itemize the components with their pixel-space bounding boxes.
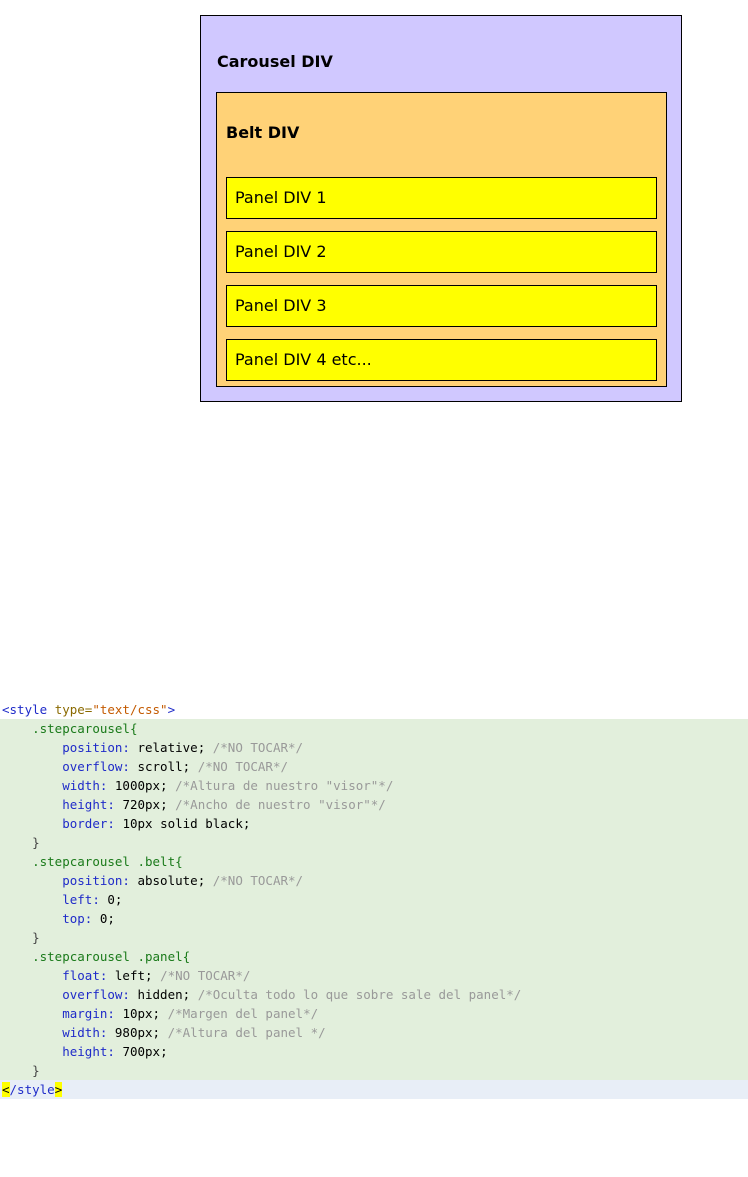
code-line: overflow: scroll; /*NO TOCAR*/ (0, 757, 748, 776)
panel-div-2: Panel DIV 2 (226, 231, 657, 273)
belt-div-box: Belt DIV Panel DIV 1 Panel DIV 2 Panel D… (216, 92, 667, 387)
code-close-tag: </style> (0, 1080, 748, 1099)
panel-div-4: Panel DIV 4 etc... (226, 339, 657, 381)
css-comment: /*Margen del panel*/ (160, 1006, 319, 1021)
code-body: .stepcarousel{ position: relative; /*NO … (0, 719, 748, 1080)
css-value: 1000px; (114, 778, 168, 793)
code-line: } (0, 928, 748, 947)
code-line: height: 720px; /*Ancho de nuestro "visor… (0, 795, 748, 814)
css-comment: /*NO TOCAR*/ (190, 759, 289, 774)
panel-div-3: Panel DIV 3 (226, 285, 657, 327)
css-property: width: (62, 778, 115, 793)
css-property: position: (62, 740, 138, 755)
css-property: position: (62, 873, 138, 888)
code-line: border: 10px solid black; (0, 814, 748, 833)
belt-div-label: Belt DIV (226, 123, 300, 142)
css-comment: /*Altura de nuestro "visor"*/ (167, 778, 394, 793)
code-line: top: 0; (0, 909, 748, 928)
css-brace: } (32, 930, 40, 945)
css-comment: /*NO TOCAR*/ (205, 740, 304, 755)
css-value: left; (114, 968, 153, 983)
css-property: height: (62, 797, 123, 812)
css-property: left: (62, 892, 108, 907)
css-value: 720px; (122, 797, 168, 812)
css-comment: /*Altura del panel */ (160, 1025, 326, 1040)
code-line: overflow: hidden; /*Oculta todo lo que s… (0, 985, 748, 1004)
css-value: 0; (107, 892, 123, 907)
css-value: hidden; (137, 987, 191, 1002)
css-comment: /*Ancho de nuestro "visor"*/ (167, 797, 386, 812)
carousel-div-label: Carousel DIV (217, 52, 333, 71)
code-line: .stepcarousel .belt{ (0, 852, 748, 871)
code-line: height: 700px; (0, 1042, 748, 1061)
css-value: relative; (137, 740, 206, 755)
carousel-div-box: Carousel DIV Belt DIV Panel DIV 1 Panel … (200, 15, 682, 402)
css-selector: .stepcarousel .belt{ (32, 854, 183, 869)
css-brace: } (32, 835, 40, 850)
code-line: width: 1000px; /*Altura de nuestro "viso… (0, 776, 748, 795)
css-property: border: (62, 816, 123, 831)
css-property: float: (62, 968, 115, 983)
code-line: position: relative; /*NO TOCAR*/ (0, 738, 748, 757)
css-property: width: (62, 1025, 115, 1040)
css-comment: /*NO TOCAR*/ (205, 873, 304, 888)
panel-div-1: Panel DIV 1 (226, 177, 657, 219)
code-line: width: 980px; /*Altura del panel */ (0, 1023, 748, 1042)
css-property: overflow: (62, 987, 138, 1002)
css-value: 0; (99, 911, 115, 926)
css-value: absolute; (137, 873, 206, 888)
css-value: 10px solid black; (122, 816, 251, 831)
code-open-tag: <style type="text/css"> (2, 702, 176, 717)
code-line: } (0, 1061, 748, 1080)
css-comment: /*Oculta todo lo que sobre sale del pane… (190, 987, 522, 1002)
code-block: <style type="text/css"> .stepcarousel{ p… (0, 700, 748, 1099)
code-line: left: 0; (0, 890, 748, 909)
code-line: } (0, 833, 748, 852)
code-line: float: left; /*NO TOCAR*/ (0, 966, 748, 985)
css-comment: /*NO TOCAR*/ (152, 968, 251, 983)
style-open-tag: <style (2, 702, 55, 717)
css-property: margin: (62, 1006, 123, 1021)
code-line: .stepcarousel{ (0, 719, 748, 738)
css-value: scroll; (137, 759, 191, 774)
code-line: margin: 10px; /*Margen del panel*/ (0, 1004, 748, 1023)
css-selector: .stepcarousel .panel{ (32, 949, 191, 964)
css-property: height: (62, 1044, 123, 1059)
css-value: 700px; (122, 1044, 168, 1059)
css-property: overflow: (62, 759, 138, 774)
code-line: .stepcarousel .panel{ (0, 947, 748, 966)
css-value: 10px; (122, 1006, 161, 1021)
css-value: 980px; (114, 1025, 161, 1040)
css-brace: } (32, 1063, 40, 1078)
code-line: position: absolute; /*NO TOCAR*/ (0, 871, 748, 890)
css-property: top: (62, 911, 100, 926)
css-selector: .stepcarousel{ (32, 721, 138, 736)
